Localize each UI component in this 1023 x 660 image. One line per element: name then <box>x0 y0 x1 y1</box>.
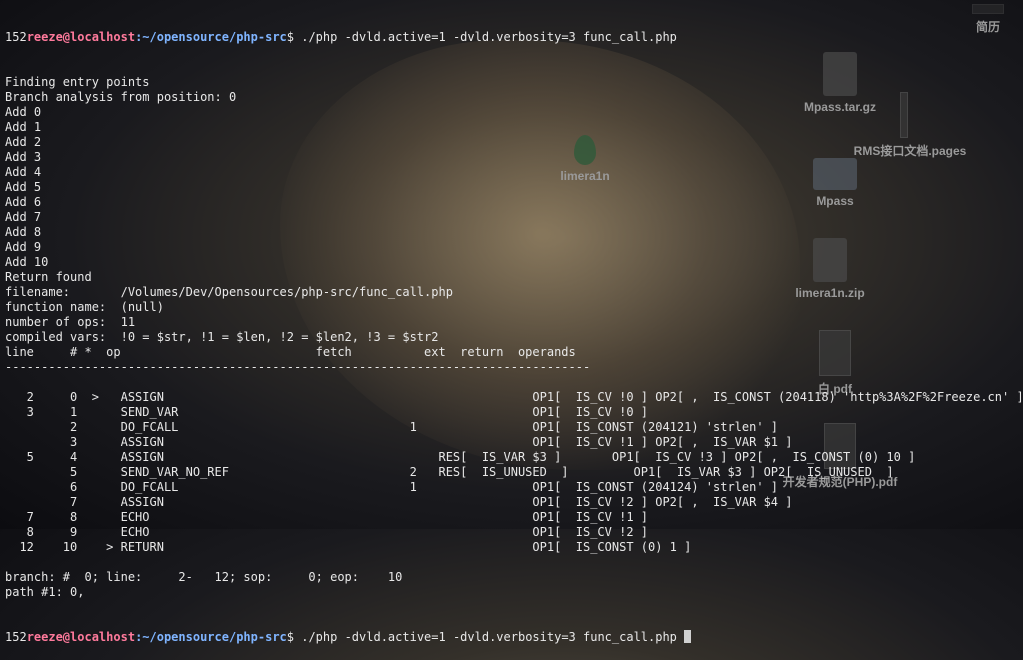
terminal-line: function name: (null) <box>5 300 164 314</box>
terminal-line: number of ops: 11 <box>5 315 136 329</box>
terminal-line: Finding entry points <box>5 75 150 89</box>
terminal-line: Branch analysis from position: 0 <box>5 90 237 104</box>
terminal-line: Add 7 <box>5 210 42 224</box>
terminal-line: 3 1 SEND_VAR OP1[ IS_CV !0 ] <box>5 405 648 419</box>
prompt-path: :~/opensource/php-src <box>135 30 287 44</box>
terminal-line: Add 6 <box>5 195 42 209</box>
terminal-line: path #1: 0, <box>5 585 85 599</box>
terminal-line: Add 3 <box>5 150 42 164</box>
terminal-line: 6 DO_FCALL 1 OP1[ IS_CONST (204124) 'str… <box>5 480 779 494</box>
prompt-user: reeze@localhost <box>26 630 136 644</box>
terminal-line: 5 SEND_VAR_NO_REF 2 RES[ IS_UNUSED ] OP1… <box>5 465 894 479</box>
prompt-command: $ ./php -dvld.active=1 -dvld.verbosity=3… <box>286 630 685 644</box>
terminal-line: line # * op fetch ext return operands <box>5 345 576 359</box>
prompt-prefix: 152 <box>5 30 27 44</box>
terminal-cursor <box>684 630 692 643</box>
terminal-line: Return found <box>5 270 92 284</box>
prompt-path: :~/opensource/php-src <box>135 630 287 644</box>
terminal-line: 5 4 ASSIGN RES[ IS_VAR $3 ] OP1[ IS_CV !… <box>5 450 916 464</box>
terminal-lines: Finding entry points Branch analysis from… <box>5 75 1023 600</box>
terminal-prompt-line: 152reeze@localhost:~/opensource/php-src$… <box>5 30 1015 45</box>
terminal-line: compiled vars: !0 = $str, !1 = $len, !2 … <box>5 330 439 344</box>
terminal-line: Add 8 <box>5 225 42 239</box>
terminal-line: ----------------------------------------… <box>5 360 591 374</box>
terminal-line: 12 10 > RETURN OP1[ IS_CONST (0) 1 ] <box>5 540 692 554</box>
terminal-line: 2 DO_FCALL 1 OP1[ IS_CONST (204121) 'str… <box>5 420 779 434</box>
terminal-line: Add 5 <box>5 180 42 194</box>
terminal-line: Add 1 <box>5 120 42 134</box>
terminal-prompt-line: 152reeze@localhost:~/opensource/php-src$… <box>5 630 1015 645</box>
terminal-line: filename: /Volumes/Dev/Opensources/php-s… <box>5 285 453 299</box>
prompt-command: $ ./php -dvld.active=1 -dvld.verbosity=3… <box>286 30 677 44</box>
terminal-line: Add 2 <box>5 135 42 149</box>
terminal-line: 3 ASSIGN OP1[ IS_CV !1 ] OP2[ , IS_VAR $… <box>5 435 793 449</box>
terminal-line: Add 4 <box>5 165 42 179</box>
terminal-line: Add 10 <box>5 255 49 269</box>
terminal-line: 2 0 > ASSIGN OP1[ IS_CV !0 ] OP2[ , IS_C… <box>5 390 1023 404</box>
terminal-line: branch: # 0; line: 2- 12; sop: 0; eop: 1… <box>5 570 403 584</box>
terminal-line: 8 9 ECHO OP1[ IS_CV !2 ] <box>5 525 648 539</box>
terminal-line: Add 9 <box>5 240 42 254</box>
prompt-prefix: 152 <box>5 630 27 644</box>
prompt-user: reeze@localhost <box>26 30 136 44</box>
terminal-line: Add 0 <box>5 105 42 119</box>
terminal-line: 7 8 ECHO OP1[ IS_CV !1 ] <box>5 510 648 524</box>
terminal-line: 7 ASSIGN OP1[ IS_CV !2 ] OP2[ , IS_VAR $… <box>5 495 793 509</box>
terminal-output[interactable]: 152reeze@localhost:~/opensource/php-src$… <box>5 0 1023 660</box>
